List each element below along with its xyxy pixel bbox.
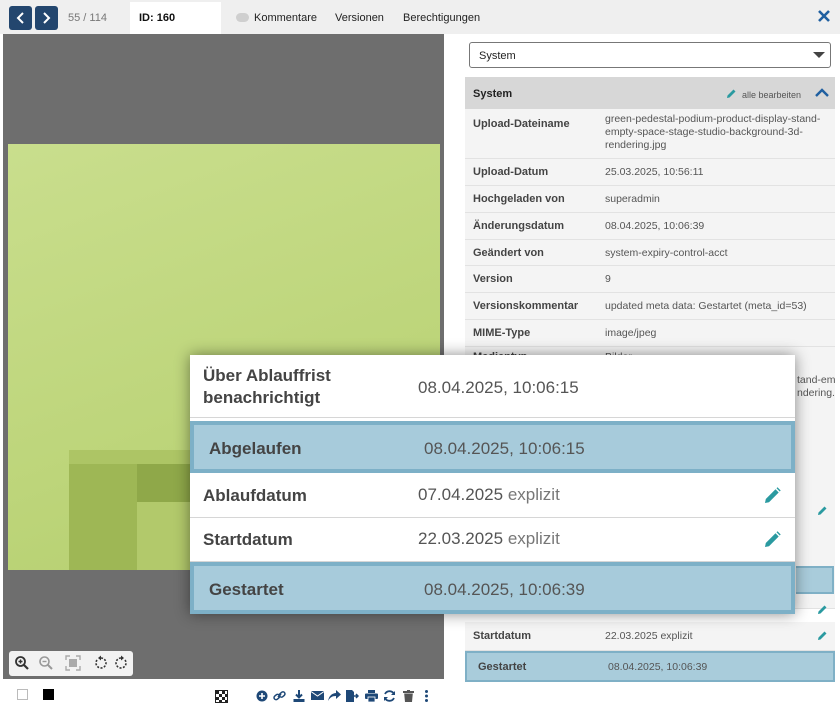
row-key: Upload-Dateiname <box>473 118 570 130</box>
row-key: Abgelaufen <box>209 439 302 458</box>
row-key: Hochgeladen von <box>473 193 565 205</box>
row-key: Änderungsdatum <box>473 220 565 232</box>
pencil-icon[interactable] <box>764 531 781 548</box>
next-button[interactable] <box>35 6 58 30</box>
zoom-out-icon[interactable] <box>38 655 54 671</box>
table-row-highlighted: Gestartet 08.04.2025, 10:06:39 <box>465 651 835 682</box>
tab-id[interactable]: ID: 160 <box>130 2 221 34</box>
chevron-down-icon[interactable] <box>813 52 825 58</box>
chevron-left-icon <box>16 12 24 24</box>
zoom-overlay: Über Ablauffrist benachrichtigt 08.04.20… <box>190 355 795 614</box>
partial-text: ndering. <box>797 387 835 399</box>
row-value: 22.03.2025 explizit <box>605 630 693 642</box>
partial-text: tand-em <box>797 374 836 386</box>
white-background-swatch[interactable] <box>17 689 28 700</box>
add-icon[interactable] <box>256 690 268 702</box>
row-value: system-expiry-control-acct <box>605 247 728 259</box>
trash-icon[interactable] <box>403 690 414 702</box>
table-row: Hochgeladen von superadmin <box>465 186 835 213</box>
table-row: Ablaufdatum 07.04.2025 explizit <box>190 474 795 518</box>
table-row: Upload-Dateiname green-pedestal-podium-p… <box>465 109 835 159</box>
row-key: Ablaufdatum <box>203 486 307 505</box>
pencil-icon[interactable] <box>817 604 828 615</box>
row-value: 07.04.2025 explizit <box>418 485 560 504</box>
pencil-icon[interactable] <box>726 88 737 99</box>
row-value: 08.04.2025, 10:06:39 <box>608 661 708 673</box>
row-value: 08.04.2025, 10:06:15 <box>424 439 585 458</box>
row-key: Gestartet <box>478 661 527 673</box>
row-key: Geändert von <box>473 247 544 259</box>
print-icon[interactable] <box>365 690 378 702</box>
rotate-right-icon[interactable] <box>113 655 129 671</box>
row-value: superadmin <box>605 193 660 205</box>
row-key: Startdatum <box>473 630 532 642</box>
row-key: Version <box>473 273 513 285</box>
row-value: 08.04.2025, 10:06:15 <box>418 378 579 397</box>
black-background-swatch[interactable] <box>43 689 54 700</box>
share-icon[interactable] <box>328 690 341 702</box>
table-row: Über Ablauffrist benachrichtigt 08.04.20… <box>190 355 795 418</box>
refresh-icon[interactable] <box>383 690 396 702</box>
row-key: Upload-Datum <box>473 166 549 178</box>
row-value: 08.04.2025, 10:06:39 <box>424 580 585 599</box>
pencil-icon[interactable] <box>764 487 781 504</box>
row-value: 25.03.2025, 10:56:11 <box>605 166 704 178</box>
download-icon[interactable] <box>293 690 305 702</box>
previous-button[interactable] <box>9 6 32 30</box>
edit-all-link[interactable]: alle bearbeiten <box>742 90 801 100</box>
podium-front-shape <box>69 464 137 570</box>
row-value: updated meta data: Gestartet (meta_id=53… <box>605 300 807 312</box>
table-row: Versionskommentar updated meta data: Ges… <box>465 293 835 320</box>
table-row: Upload-Datum 25.03.2025, 10:56:11 <box>465 159 835 186</box>
more-options-icon[interactable] <box>424 690 429 702</box>
table-row: Version 9 <box>465 266 835 293</box>
table-row-highlighted: Abgelaufen 08.04.2025, 10:06:15 <box>190 421 795 473</box>
row-key: Startdatum <box>203 530 293 549</box>
section-title: System <box>473 88 513 100</box>
link-icon[interactable] <box>273 690 286 702</box>
table-row: Änderungsdatum 08.04.2025, 10:06:39 <box>465 213 835 240</box>
row-value: green-pedestal-podium-product-display-st… <box>605 113 821 151</box>
pencil-icon[interactable] <box>817 630 828 641</box>
highlight-fragment <box>796 566 834 594</box>
checkerboard-icon[interactable] <box>215 690 228 703</box>
table-row: Startdatum 22.03.2025 explizit <box>465 622 835 651</box>
mail-icon[interactable] <box>311 690 324 701</box>
row-value: 9 <box>605 273 611 285</box>
metadata-group-select[interactable]: System <box>469 42 831 68</box>
table-row-highlighted: Gestartet 08.04.2025, 10:06:39 <box>190 562 795 614</box>
tab-versionen[interactable]: Versionen <box>335 12 384 24</box>
zoom-toolbar <box>9 651 133 676</box>
row-key: Versionskommentar <box>473 300 579 312</box>
row-key: Über Ablauffrist benachrichtigt <box>203 366 331 407</box>
row-key: MIME-Type <box>473 327 531 339</box>
zoom-in-icon[interactable] <box>14 655 30 671</box>
chevron-right-icon <box>43 12 51 24</box>
table-row: Geändert von system-expiry-control-acct <box>465 240 835 266</box>
table-row: Startdatum 22.03.2025 explizit <box>190 518 795 562</box>
pencil-icon[interactable] <box>817 505 828 516</box>
export-file-icon[interactable] <box>346 690 359 702</box>
fit-screen-icon[interactable] <box>65 655 81 671</box>
row-value: 08.04.2025, 10:06:39 <box>605 220 705 232</box>
row-value: 22.03.2025 explizit <box>418 529 560 548</box>
comment-icon <box>236 13 249 22</box>
row-value: image/jpeg <box>605 327 657 339</box>
row-key: Gestartet <box>209 580 284 599</box>
tab-kommentare[interactable]: Kommentare <box>254 12 317 24</box>
item-counter: 55 / 114 <box>68 12 107 24</box>
rotate-left-icon[interactable] <box>93 655 109 671</box>
tab-berechtigungen[interactable]: Berechtigungen <box>403 12 480 24</box>
chevron-up-icon[interactable] <box>815 88 829 98</box>
close-icon[interactable] <box>817 9 831 23</box>
table-row: MIME-Type image/jpeg <box>465 320 835 347</box>
